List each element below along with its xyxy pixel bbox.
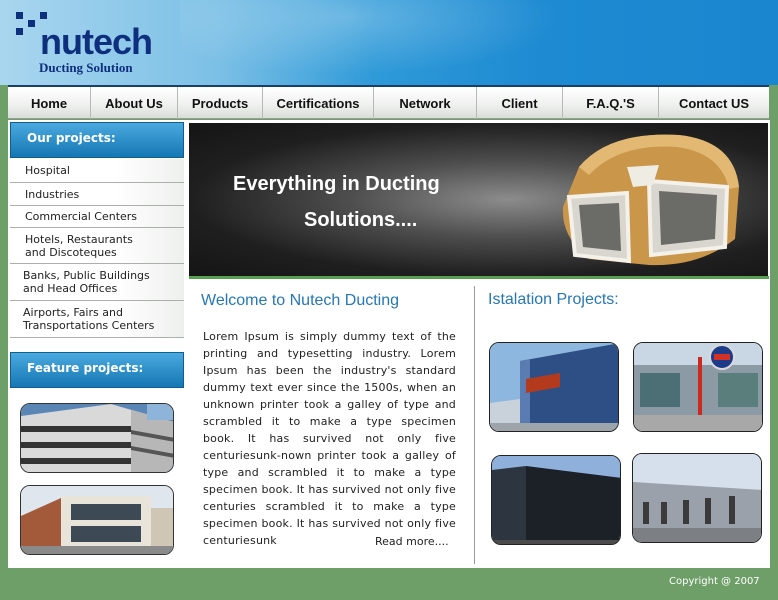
header-banner: nutech Ducting Solution xyxy=(0,0,778,85)
duct-sample-graphic xyxy=(562,134,739,266)
logo-tagline: Ducting Solution xyxy=(39,60,133,75)
welcome-title: Welcome to Nutech Ducting xyxy=(201,292,400,309)
read-more-link[interactable]: Read more.... xyxy=(375,535,449,548)
feature-projects-heading: Feature projects: xyxy=(10,352,184,388)
sidebar-item-hotels[interactable]: Hotels, Restaurants and Discoteques xyxy=(10,228,184,264)
nav-certifications[interactable]: Certifications xyxy=(263,87,374,119)
installation-project-image-4[interactable] xyxy=(632,453,762,543)
nav-client[interactable]: Client xyxy=(477,87,563,119)
nav-network[interactable]: Network xyxy=(374,87,477,119)
installation-project-image-3[interactable] xyxy=(491,455,621,545)
nav-home[interactable]: Home xyxy=(8,87,91,119)
banner-divider xyxy=(189,276,769,279)
installation-project-image-2[interactable] xyxy=(633,342,763,432)
installation-project-image-1[interactable] xyxy=(489,342,619,432)
welcome-body: Lorem Ipsum is simply dummy text of the … xyxy=(203,330,456,547)
copyright-text: Copyright @ 2007 xyxy=(669,576,760,587)
nutech-logo[interactable]: nutech Ducting Solution xyxy=(14,10,174,78)
our-projects-heading: Our projects: xyxy=(10,122,184,158)
nav-products[interactable]: Products xyxy=(178,87,263,119)
logo-wordmark: nutech xyxy=(40,21,153,62)
feature-project-image-2[interactable] xyxy=(20,485,174,555)
sidebar-item-hospital[interactable]: Hospital xyxy=(10,159,184,183)
main-navigation: Home About Us Products Certifications Ne… xyxy=(8,85,769,119)
nav-faqs[interactable]: F.A.Q.'S xyxy=(563,87,659,119)
hero-banner: Everything in Ducting Solutions.... xyxy=(189,123,768,276)
banner-headline-2: Solutions.... xyxy=(304,209,418,231)
feature-project-image-1[interactable] xyxy=(20,403,174,473)
banner-headline-1: Everything in Ducting xyxy=(233,173,440,195)
nav-contact-us[interactable]: Contact US xyxy=(659,87,769,119)
sidebar-item-banks[interactable]: Banks, Public Buildings and Head Offices xyxy=(10,264,184,301)
section-divider xyxy=(474,286,475,564)
installation-title: Istalation Projects: xyxy=(488,291,619,308)
sidebar-item-industries[interactable]: Industries xyxy=(10,183,184,206)
sidebar-item-airports[interactable]: Airports, Fairs and Transportations Cent… xyxy=(10,301,184,338)
sidebar-item-commercial-centers[interactable]: Commercial Centers xyxy=(10,206,184,228)
nav-about-us[interactable]: About Us xyxy=(91,87,178,119)
